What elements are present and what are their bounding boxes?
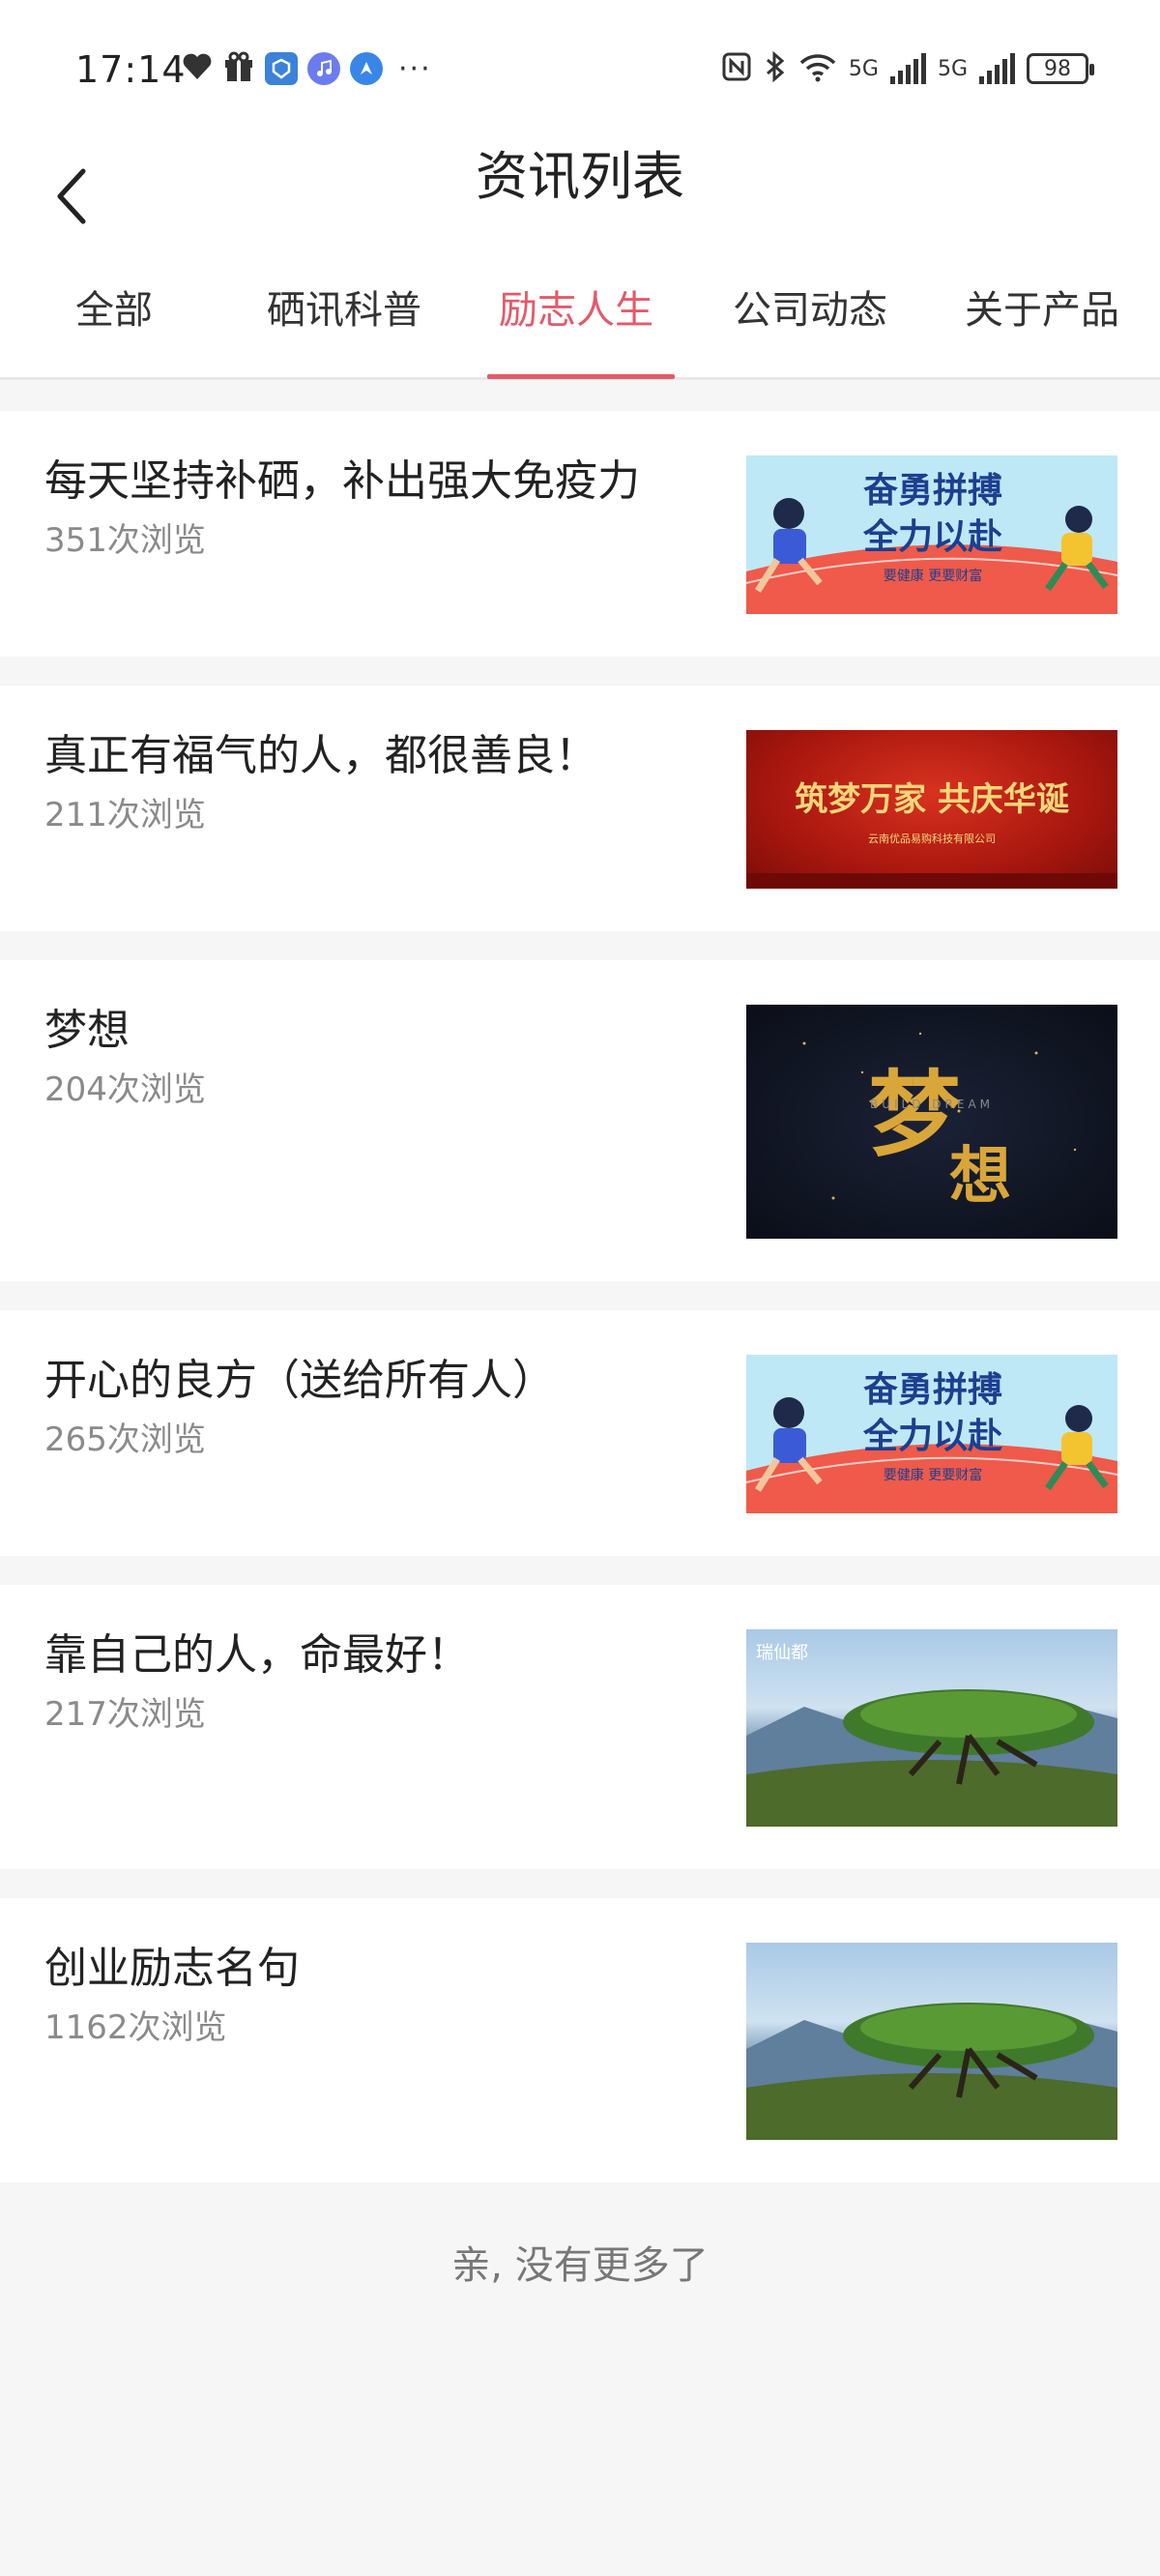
wifi-icon bbox=[798, 51, 837, 86]
article-thumbnail: 筑梦万家 共庆华诞 云南优品易购科技有限公司 bbox=[746, 730, 1117, 889]
app-icon bbox=[265, 52, 298, 85]
tab-about-products[interactable]: 关于产品 bbox=[965, 283, 1119, 337]
article-title: 创业励志名句 bbox=[44, 1944, 300, 1993]
thumbnail-headline-2: 想 bbox=[949, 1140, 1011, 1213]
article-title: 梦想 bbox=[44, 1006, 130, 1055]
music-icon bbox=[307, 52, 340, 85]
article-list: 每天坚持补硒，补出强大免疫力 351次浏览 奋勇拼搏 全力以赴 要健康 更要财富… bbox=[0, 411, 1160, 2182]
article-views: 217次浏览 bbox=[44, 1695, 206, 1734]
heart-icon bbox=[182, 52, 213, 85]
signal-icon bbox=[889, 53, 926, 84]
article-thumbnail: 瑞仙都 bbox=[746, 1629, 1117, 1827]
article-item[interactable]: 真正有福气的人，都很善良！ 211次浏览 筑梦万家 共庆华诞 云南优品易购科技有… bbox=[0, 686, 1160, 931]
status-notification-icons: ··· bbox=[182, 50, 432, 87]
nav-header: 资讯列表 bbox=[0, 140, 1160, 254]
nfc-icon bbox=[721, 51, 752, 86]
bluetooth-icon bbox=[764, 50, 787, 87]
article-views: 351次浏览 bbox=[44, 521, 206, 560]
article-views: 1162次浏览 bbox=[44, 2008, 227, 2047]
status-time: 17:14 bbox=[75, 48, 187, 91]
tab-all[interactable]: 全部 bbox=[75, 283, 153, 337]
thumbnail-stage bbox=[746, 873, 1117, 889]
network-type-2: 5G bbox=[937, 56, 968, 81]
gift-icon bbox=[222, 50, 255, 87]
more-notifications-icon: ··· bbox=[398, 51, 432, 86]
network-type-1: 5G bbox=[848, 56, 879, 81]
thumbnail-headline: 瑞仙都 bbox=[756, 1643, 808, 1663]
article-item[interactable]: 创业励志名句 1162次浏览 bbox=[0, 1898, 1160, 2182]
signal-icon-2 bbox=[979, 53, 1015, 84]
article-views: 265次浏览 bbox=[44, 1420, 206, 1459]
article-item[interactable]: 开心的良方（送给所有人） 265次浏览 奋勇拼搏 全力以赴 要健康 更要财富 bbox=[0, 1310, 1160, 1556]
tab-selenium-science[interactable]: 硒讯科普 bbox=[267, 283, 421, 337]
thumbnail-subtext: 云南优品易购科技有限公司 bbox=[868, 833, 996, 845]
tab-inspirational-life[interactable]: 励志人生 bbox=[499, 283, 653, 337]
thumbnail-headline-2: 全力以赴 bbox=[862, 517, 1002, 557]
thumbnail-headline: 奋勇拼搏 bbox=[862, 1370, 1002, 1410]
end-of-list-text: 亲, 没有更多了 bbox=[451, 2243, 709, 2288]
article-thumbnail: 梦 想 BUILD DREAM bbox=[746, 1005, 1117, 1239]
article-views: 204次浏览 bbox=[44, 1070, 206, 1109]
article-title: 开心的良方（送给所有人） bbox=[44, 1356, 555, 1405]
article-item[interactable]: 梦想 204次浏览 梦 想 BUILD DREAM bbox=[0, 960, 1160, 1281]
article-item[interactable]: 靠自己的人，命最好！ 217次浏览 瑞仙都 bbox=[0, 1585, 1160, 1869]
page-title: 资讯列表 bbox=[476, 146, 684, 207]
thumbnail-headline: 筑梦万家 共庆华诞 bbox=[795, 780, 1069, 819]
article-views: 211次浏览 bbox=[44, 796, 206, 834]
article-thumbnail: 奋勇拼搏 全力以赴 要健康 更要财富 bbox=[746, 455, 1117, 614]
article-title: 靠自己的人，命最好！ bbox=[44, 1630, 470, 1680]
compass-icon bbox=[350, 52, 383, 85]
status-bar: 17:14 ··· 5G 5G 98 bbox=[0, 0, 1160, 140]
category-tabs: 全部 硒讯科普 励志人生 公司动态 关于产品 bbox=[0, 254, 1160, 380]
article-title: 每天坚持补硒，补出强大免疫力 bbox=[44, 456, 640, 506]
tab-company-news[interactable]: 公司动态 bbox=[733, 283, 887, 337]
battery-level: 98 bbox=[1044, 56, 1071, 81]
article-title: 真正有福气的人，都很善良！ bbox=[44, 731, 597, 780]
battery-icon: 98 bbox=[1027, 53, 1094, 84]
article-item[interactable]: 每天坚持补硒，补出强大免疫力 351次浏览 奋勇拼搏 全力以赴 要健康 更要财富 bbox=[0, 411, 1160, 657]
active-tab-indicator bbox=[487, 374, 675, 379]
thumbnail-subtext: BUILD DREAM bbox=[869, 1098, 995, 1111]
thumbnail-headline-2: 全力以赴 bbox=[862, 1417, 1002, 1456]
article-thumbnail bbox=[746, 1943, 1117, 2140]
thumbnail-headline: 奋勇拼搏 bbox=[862, 471, 1002, 511]
status-system-icons: 5G 5G 98 bbox=[721, 50, 1094, 87]
thumbnail-subtext: 要健康 更要财富 bbox=[883, 569, 983, 584]
article-thumbnail: 奋勇拼搏 全力以赴 要健康 更要财富 bbox=[746, 1355, 1117, 1513]
thumbnail-subtext: 要健康 更要财富 bbox=[883, 1468, 983, 1483]
